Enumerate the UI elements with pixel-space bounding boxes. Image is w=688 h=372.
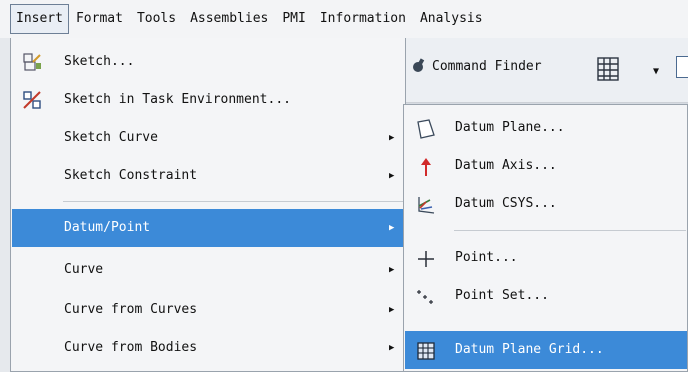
menu-format[interactable]: Format xyxy=(69,5,130,33)
menu-item-sketch-label: Sketch... xyxy=(64,54,135,69)
menu-pmi[interactable]: PMI xyxy=(275,5,312,33)
menu-information[interactable]: Information xyxy=(313,5,413,33)
submenu-item-point-set[interactable]: Point Set... xyxy=(405,277,687,315)
menu-item-sketch-task-env[interactable]: Sketch in Task Environment... xyxy=(12,81,404,119)
menu-item-curve-label: Curve xyxy=(64,262,104,277)
submenu-item-datum-plane[interactable]: Datum Plane... xyxy=(405,109,687,147)
window-edge xyxy=(0,38,10,372)
submenu-item-point[interactable]: Point... xyxy=(405,239,687,277)
menu-separator xyxy=(63,201,403,202)
sketch-task-env-icon xyxy=(23,91,41,109)
command-finder-button[interactable]: Command Finder xyxy=(410,58,542,74)
submenu-arrow-icon: ▶ xyxy=(389,343,395,353)
datum-plane-grid-icon xyxy=(417,342,435,360)
menu-item-curve-from-bodies[interactable]: Curve from Bodies ▶ xyxy=(12,329,404,367)
sketch-icon xyxy=(23,53,41,71)
menu-insert[interactable]: Insert xyxy=(10,4,69,34)
command-finder-label: Command Finder xyxy=(432,58,542,74)
datum-point-submenu: Datum Plane... Datum Axis... Datum CSYS.… xyxy=(403,104,688,372)
datum-csys-icon xyxy=(418,197,435,214)
submenu-item-point-label: Point... xyxy=(455,250,518,265)
menu-item-datum-point-label: Datum/Point xyxy=(64,220,151,235)
datum-plane-icon xyxy=(417,119,435,139)
menu-pmi-label: PMI xyxy=(282,11,306,26)
submenu-item-datum-plane-grid[interactable]: Datum Plane Grid... xyxy=(405,331,687,369)
menu-item-curve-from-curves-label: Curve from Curves xyxy=(64,302,198,317)
menu-item-sketch-curve[interactable]: Sketch Curve ▶ xyxy=(12,119,404,157)
grid-dropdown-arrow-icon[interactable]: ▼ xyxy=(653,66,659,77)
submenu-item-datum-axis[interactable]: Datum Axis... xyxy=(405,147,687,185)
datum-axis-icon xyxy=(421,158,431,176)
submenu-item-datum-csys[interactable]: Datum CSYS... xyxy=(405,185,687,223)
menu-item-curve[interactable]: Curve ▶ xyxy=(12,251,404,289)
submenu-arrow-icon: ▶ xyxy=(389,133,395,143)
submenu-separator xyxy=(454,230,686,231)
menu-item-sketch-curve-label: Sketch Curve xyxy=(64,130,158,145)
submenu-item-point-set-label: Point Set... xyxy=(455,288,549,303)
menu-information-label: Information xyxy=(319,11,406,26)
menu-item-sketch-task-env-label: Sketch in Task Environment... xyxy=(64,92,291,107)
toolbar-info-icon[interactable] xyxy=(676,56,688,78)
submenu-item-datum-csys-label: Datum CSYS... xyxy=(455,196,557,211)
submenu-item-datum-plane-grid-label: Datum Plane Grid... xyxy=(455,342,604,357)
menu-insert-label: Insert xyxy=(16,11,63,26)
menu-format-label: Format xyxy=(75,11,123,26)
grid-icon[interactable] xyxy=(595,55,623,85)
insert-menu: Sketch... Sketch in Task Environment... … xyxy=(10,38,406,372)
menu-item-sketch[interactable]: Sketch... xyxy=(12,43,404,81)
menu-item-sketch-constraint[interactable]: Sketch Constraint ▶ xyxy=(12,157,404,195)
menu-tools[interactable]: Tools xyxy=(130,5,183,33)
menu-tools-label: Tools xyxy=(136,11,177,26)
submenu-item-datum-axis-label: Datum Axis... xyxy=(455,158,557,173)
menu-item-sketch-constraint-label: Sketch Constraint xyxy=(64,168,198,183)
menu-assemblies[interactable]: Assemblies xyxy=(183,5,275,33)
menu-item-datum-point[interactable]: Datum/Point ▶ xyxy=(12,209,404,247)
point-set-icon xyxy=(417,290,433,304)
submenu-arrow-icon: ▶ xyxy=(389,171,395,181)
menu-bar: Insert Format Tools Assemblies PMI Infor… xyxy=(0,0,688,39)
submenu-arrow-icon: ▶ xyxy=(389,305,395,315)
menu-item-curve-from-curves[interactable]: Curve from Curves ▶ xyxy=(12,291,404,329)
point-icon xyxy=(418,251,434,267)
submenu-item-datum-plane-label: Datum Plane... xyxy=(455,120,565,135)
menu-analysis-label: Analysis xyxy=(419,11,483,26)
menu-item-curve-from-bodies-label: Curve from Bodies xyxy=(64,340,198,355)
menu-analysis[interactable]: Analysis xyxy=(413,5,490,33)
submenu-arrow-icon: ▶ xyxy=(389,265,395,275)
submenu-arrow-icon: ▶ xyxy=(389,223,395,233)
menu-assemblies-label: Assemblies xyxy=(190,11,269,26)
command-finder-icon xyxy=(413,58,425,72)
